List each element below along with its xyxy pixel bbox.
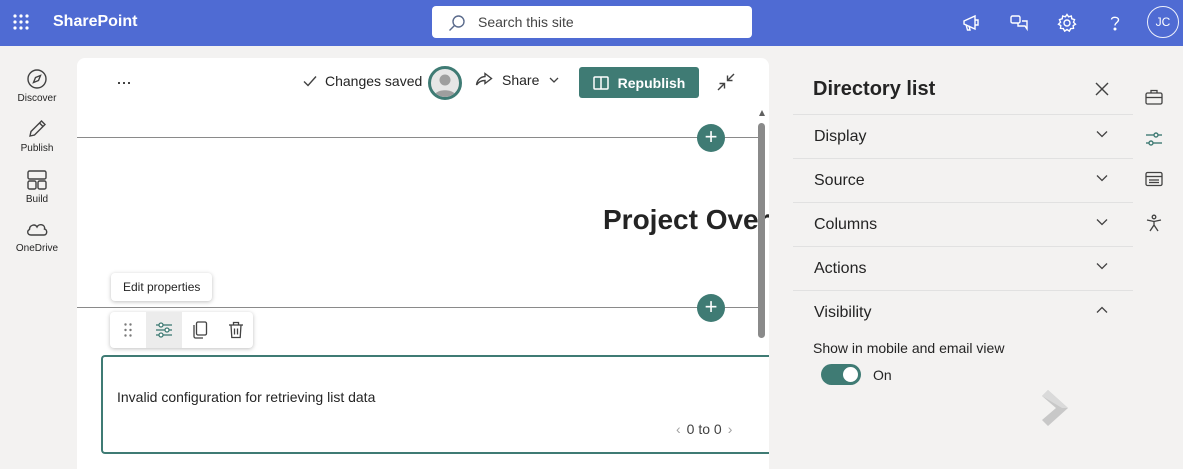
pen-icon [26,118,48,140]
rail-label: Discover [17,93,57,104]
app-launcher-icon[interactable] [10,11,32,33]
scrollbar-thumb[interactable] [758,123,765,338]
rail-item-onedrive[interactable]: OneDrive [0,218,74,254]
sliders-icon [155,322,173,338]
add-section-button[interactable]: + [697,294,725,322]
help-icon[interactable] [1102,10,1128,36]
page-canvas: ... Changes saved Share Republish + Proj… [77,58,769,469]
chevron-up-icon [1096,306,1108,314]
profile-picture-icon[interactable] [428,66,462,100]
briefcase-icon[interactable] [1142,85,1166,109]
accordion-source[interactable]: Source [793,158,1133,202]
accordion-label: Columns [814,216,878,233]
toggle-knob [843,367,858,382]
app-name[interactable]: SharePoint [53,13,137,31]
page-title[interactable]: Project Over [603,204,769,236]
book-open-icon [592,75,609,90]
chevron-down-icon [1096,262,1108,270]
toggle-state-text: On [873,367,892,383]
properties-sliders-icon[interactable] [1142,127,1166,151]
rail-label: Build [25,194,49,205]
section-divider [77,137,759,138]
duplicate-icon[interactable] [182,312,218,348]
accordion-actions[interactable]: Actions [793,246,1133,290]
accordion-columns[interactable]: Columns [793,202,1133,246]
error-message: Invalid configuration for retrieving lis… [117,389,376,405]
save-status-text: Changes saved [325,73,423,89]
republish-label: Republish [617,74,686,91]
user-avatar[interactable]: JC [1147,6,1179,38]
scroll-up-icon[interactable] [759,110,765,116]
page-details-icon[interactable] [1142,167,1166,191]
more-options-button[interactable]: ... [112,69,136,94]
republish-button[interactable]: Republish [579,67,699,98]
build-icon [26,169,48,191]
chevron-left-icon[interactable]: ‹ [676,421,681,437]
chevron-down-icon [1096,218,1108,226]
pane-title: Directory list [813,78,936,100]
accordion-display[interactable]: Display [793,114,1133,158]
webpart-toolbar [110,312,253,348]
share-icon [475,72,493,88]
chevron-down-icon[interactable] [549,77,559,83]
suite-bar: SharePoint JC [0,0,1183,46]
delete-icon[interactable] [218,312,254,348]
checkmark-icon [303,75,317,87]
close-icon[interactable] [1095,82,1115,102]
chevron-down-icon [1096,130,1108,138]
collapse-icon[interactable] [716,72,738,94]
save-status: Changes saved [303,73,422,89]
pager-text: 0 to 0 [686,421,722,437]
search-box[interactable] [432,6,752,38]
visibility-option-label: Show in mobile and email view [813,340,1005,356]
edit-properties-button[interactable] [146,312,182,348]
rail-label: OneDrive [15,243,59,254]
chat-icon[interactable] [1006,10,1032,36]
accessibility-icon[interactable] [1142,211,1166,235]
search-icon [448,14,466,32]
accordion-label: Visibility [814,304,872,321]
share-button[interactable]: Share [475,72,559,88]
pager: ‹ 0 to 0 › [676,421,732,437]
search-input[interactable] [478,6,738,38]
mobile-email-view-toggle[interactable] [821,364,861,385]
share-label: Share [502,72,540,88]
megaphone-icon[interactable] [958,10,984,36]
decorative-chevron-icon [1036,388,1070,428]
rail-item-build[interactable]: Build [0,169,74,205]
accordion-visibility[interactable]: Visibility [793,290,1133,334]
accordion-label: Actions [814,260,867,277]
rail-item-publish[interactable]: Publish [0,118,74,154]
accordion-label: Source [814,172,865,189]
compass-icon [26,68,48,90]
directory-list-webpart[interactable]: Invalid configuration for retrieving lis… [101,355,769,454]
add-section-button[interactable]: + [697,124,725,152]
drag-handle-icon[interactable] [110,312,146,348]
tooltip: Edit properties [111,273,213,301]
rail-label: Publish [20,143,54,154]
chevron-right-icon[interactable]: › [728,421,733,437]
section-divider [77,307,759,308]
settings-gear-icon[interactable] [1054,10,1080,36]
accordion-label: Display [814,128,867,145]
cloud-icon [25,218,49,240]
chevron-down-icon [1096,174,1108,182]
property-pane: Directory list Display Source Columns Ac… [793,58,1133,469]
rail-item-discover[interactable]: Discover [0,68,74,104]
